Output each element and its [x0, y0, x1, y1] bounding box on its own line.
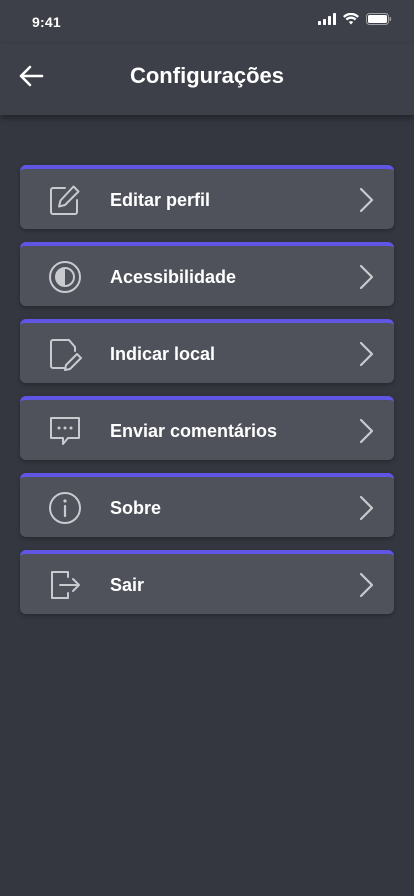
chevron-right-icon	[359, 341, 374, 367]
chevron-right-icon	[359, 572, 374, 598]
menu-item-logout[interactable]: Sair	[20, 550, 394, 614]
feedback-message-icon	[47, 413, 83, 449]
contrast-icon	[47, 259, 83, 295]
page-title: Configurações	[129, 63, 285, 88]
settings-menu: Editar perfil Acessibilidade Indicar loc…	[20, 165, 394, 627]
edit-icon	[47, 182, 83, 218]
app-header: Configurações	[0, 44, 414, 115]
cellular-signal-icon	[318, 13, 336, 25]
battery-icon	[366, 13, 392, 25]
menu-item-label: Editar perfil	[110, 190, 211, 210]
note-edit-icon	[47, 336, 83, 372]
status-icons	[318, 13, 392, 25]
menu-item-send-feedback[interactable]: Enviar comentários	[20, 396, 394, 460]
menu-item-suggest-place[interactable]: Indicar local	[20, 319, 394, 383]
chevron-right-icon	[359, 187, 374, 213]
menu-item-accessibility[interactable]: Acessibilidade	[20, 242, 394, 306]
menu-item-label: Sobre	[110, 498, 162, 518]
menu-item-label: Acessibilidade	[110, 267, 237, 287]
chevron-right-icon	[359, 264, 374, 290]
logout-icon	[47, 567, 83, 603]
menu-item-label: Enviar comentários	[110, 421, 278, 441]
chevron-right-icon	[359, 418, 374, 444]
info-icon	[47, 490, 83, 526]
status-bar: 9:41	[0, 0, 414, 44]
wifi-icon	[343, 13, 359, 25]
chevron-right-icon	[359, 495, 374, 521]
status-time: 9:41	[32, 14, 61, 30]
menu-item-label: Indicar local	[110, 344, 216, 364]
menu-item-about[interactable]: Sobre	[20, 473, 394, 537]
menu-item-edit-profile[interactable]: Editar perfil	[20, 165, 394, 229]
menu-item-label: Sair	[110, 575, 145, 595]
